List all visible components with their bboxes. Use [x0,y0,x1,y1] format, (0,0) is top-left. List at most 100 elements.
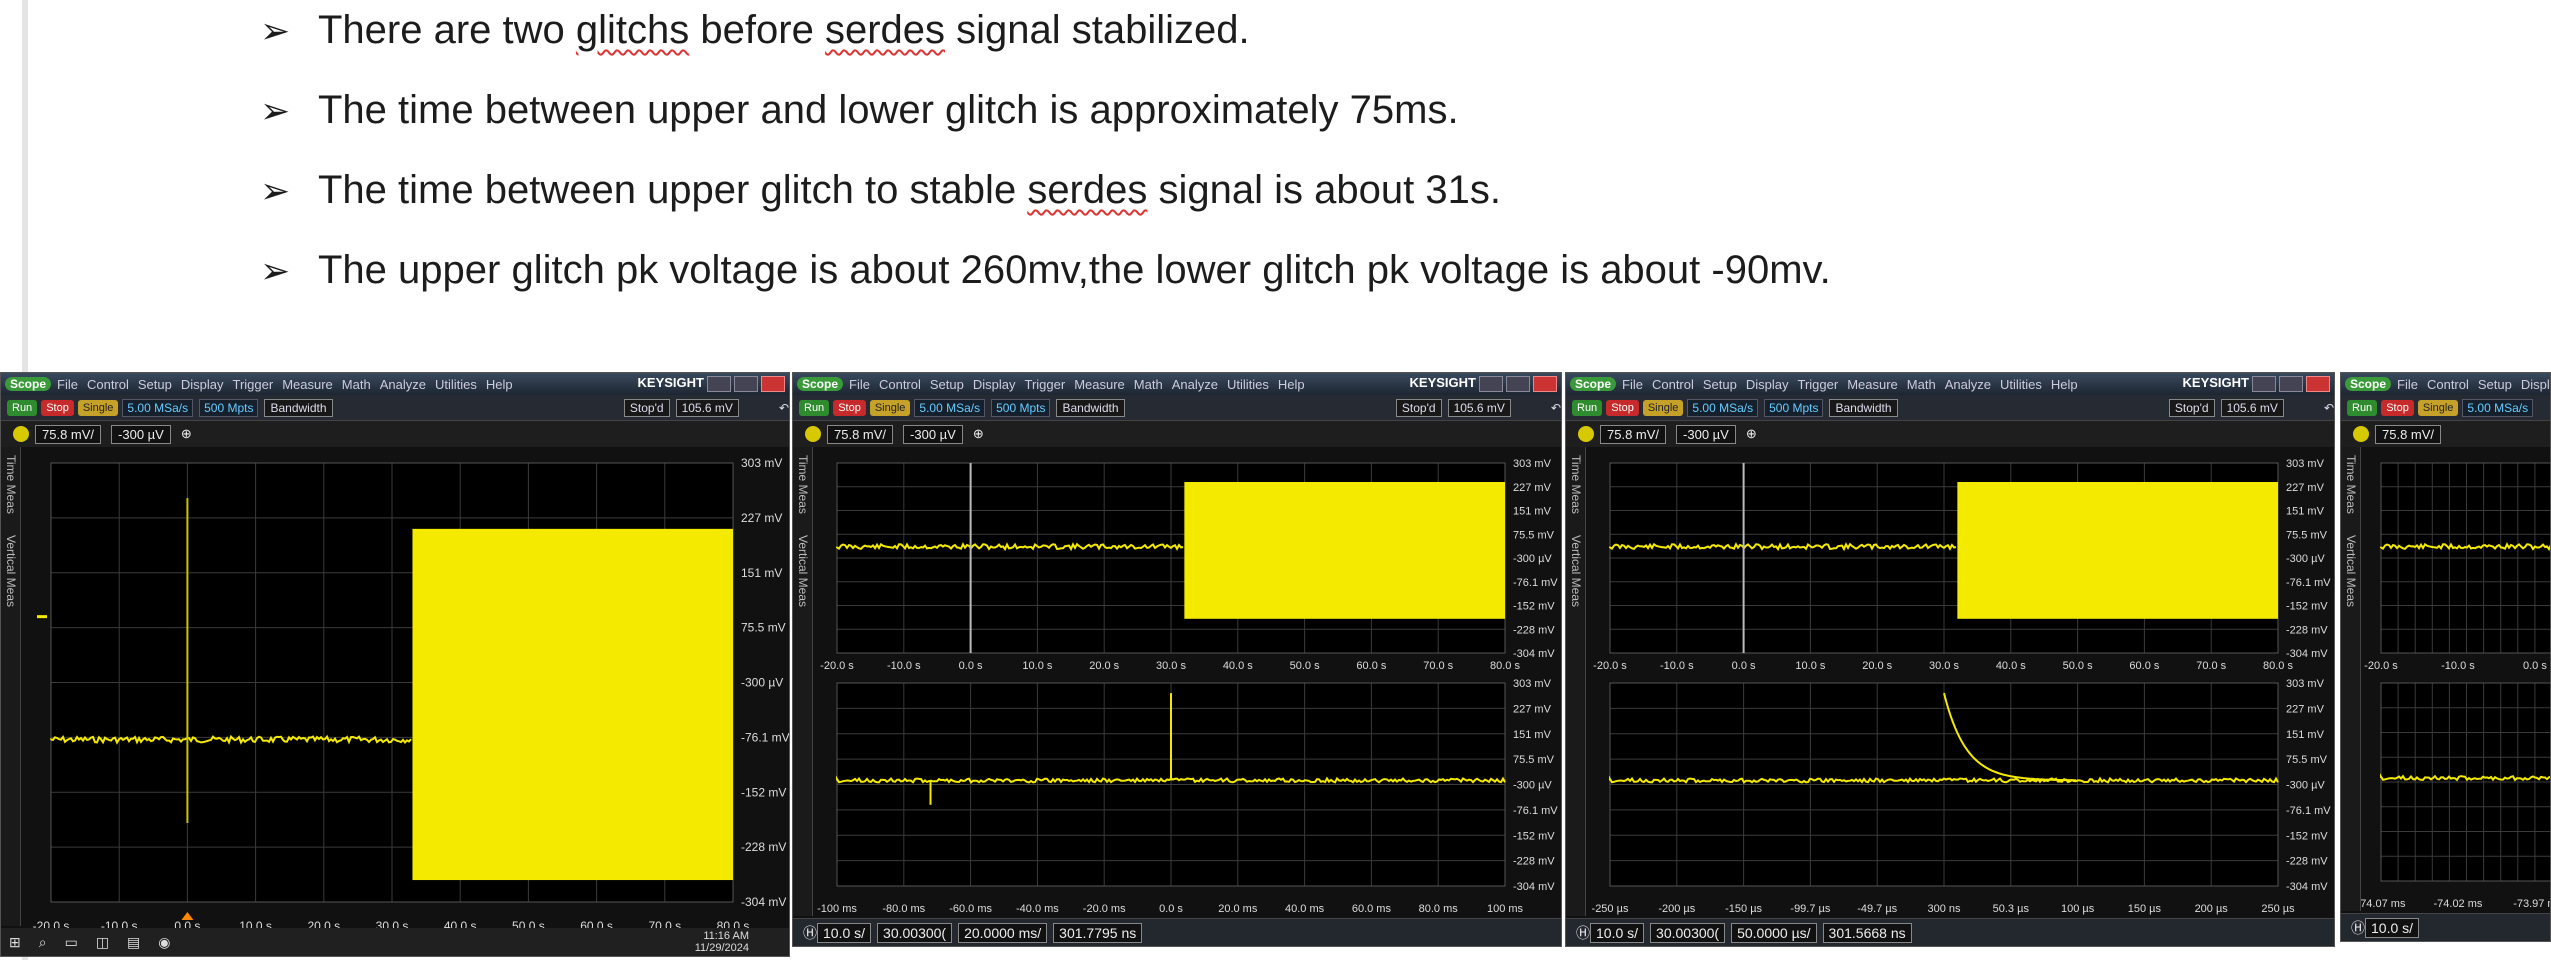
add-icon[interactable]: ⊕ [181,426,192,442]
menu-item-display[interactable]: Display [2521,377,2550,392]
bandwidth-button[interactable]: Bandwidth [264,398,333,417]
menu-item-setup[interactable]: Setup [930,377,964,392]
zoom-scale-field[interactable]: 20.0000 ms/ [958,922,1048,943]
run-button[interactable]: Run [1572,399,1603,416]
channel-1-icon[interactable] [805,426,821,442]
stop-button[interactable]: Stop [2381,399,2414,416]
menu-item-file[interactable]: File [849,377,870,392]
minimize-button[interactable] [1479,375,1503,392]
trigger-level-field[interactable]: 105.6 mV [2220,398,2284,417]
taskbar-icon[interactable]: ▤ [127,934,140,951]
menu-item-setup[interactable]: Setup [138,377,172,392]
maximize-button[interactable] [734,375,758,392]
side-tab-vertical[interactable]: Vertical Meas [796,535,810,607]
waveform-display[interactable]: 303 mV 227 mV 151 mV 75.5 mV -300 µV -76.1 mV… [1,373,790,957]
run-button[interactable]: Run [799,399,830,416]
add-icon[interactable]: ⊕ [973,426,984,442]
menu-item-file[interactable]: File [57,377,78,392]
menu-item-help[interactable]: Help [486,377,513,392]
menu-item-measure[interactable]: Measure [1847,377,1898,392]
horizontal-icon[interactable]: Ⓗ [2351,918,2365,938]
menu-item-measure[interactable]: Measure [1074,377,1125,392]
taskbar-icon[interactable]: ◉ [158,934,170,951]
scope-badge[interactable]: Scope [2345,377,2392,391]
horizontal-scale-field[interactable]: 10.0 s/ [1590,922,1645,943]
menu-item-utilities[interactable]: Utilities [1227,377,1269,392]
waveform-display[interactable]: 303 mV 227 mV 151 mV 75.5 mV -300 µV -76.1 mV… [1566,373,2335,947]
undo-icon[interactable]: ↶ [1551,401,1561,415]
menu-item-analyze[interactable]: Analyze [1945,377,1991,392]
side-tab-time[interactable]: Time Meas [796,455,810,514]
horizontal-icon[interactable]: Ⓗ [803,923,817,943]
vertical-scale-field[interactable]: 75.8 mV/ [1600,424,1667,444]
single-button[interactable]: Single [77,399,119,416]
sample-rate-field[interactable]: 5.00 MSa/s [2462,398,2534,417]
taskbar-icon[interactable]: ⊞ [9,934,21,951]
menu-item-math[interactable]: Math [1134,377,1163,392]
side-tab-time[interactable]: Time Meas [1569,455,1583,514]
trigger-level-field[interactable]: 105.6 mV [675,398,739,417]
single-button[interactable]: Single [869,399,911,416]
menu-item-utilities[interactable]: Utilities [435,377,477,392]
taskbar-icon[interactable]: ⌕ [39,934,47,951]
vertical-offset-field[interactable]: -300 µV [1676,424,1736,444]
menu-item-utilities[interactable]: Utilities [2000,377,2042,392]
menu-item-file[interactable]: File [2397,377,2418,392]
memory-depth-field[interactable]: 500 Mpts [1764,398,1824,417]
menu-item-control[interactable]: Control [87,377,129,392]
memory-depth-field[interactable]: 500 Mpts [991,398,1051,417]
zoom-position-field[interactable]: 301.7795 ns [1053,922,1143,943]
side-tab-vertical[interactable]: Vertical Meas [4,535,18,607]
memory-depth-field[interactable]: 500 Mpts [199,398,259,417]
horizontal-position-field[interactable]: 30.00300( [1650,922,1726,943]
bandwidth-button[interactable]: Bandwidth [1056,398,1125,417]
sample-rate-field[interactable]: 5.00 MSa/s [122,398,194,417]
menu-item-trigger[interactable]: Trigger [1025,377,1066,392]
menu-item-display[interactable]: Display [973,377,1016,392]
horizontal-scale-field[interactable]: 10.0 s/ [817,922,872,943]
run-button[interactable]: Run [2347,399,2378,416]
undo-icon[interactable]: ↶ [779,401,789,415]
menu-item-help[interactable]: Help [1278,377,1305,392]
menu-item-display[interactable]: Display [181,377,224,392]
menu-item-math[interactable]: Math [342,377,371,392]
taskbar-icon[interactable]: ▭ [65,934,78,951]
close-button[interactable] [761,375,785,392]
vertical-offset-field[interactable]: -300 µV [903,424,963,444]
vertical-scale-field[interactable]: 75.8 mV/ [2375,424,2442,444]
horizontal-scale-field[interactable]: 10.0 s/ [2365,917,2420,938]
zoom-position-field[interactable]: 301.5668 ns [1822,922,1912,943]
menu-item-trigger[interactable]: Trigger [233,377,274,392]
menu-item-setup[interactable]: Setup [2478,377,2512,392]
menu-item-help[interactable]: Help [2051,377,2078,392]
channel-1-icon[interactable] [1578,426,1594,442]
run-button[interactable]: Run [7,399,38,416]
vertical-scale-field[interactable]: 75.8 mV/ [35,424,102,444]
channel-1-icon[interactable] [13,426,29,442]
vertical-offset-field[interactable]: -300 µV [111,424,171,444]
zoom-scale-field[interactable]: 50.0000 µs/ [1731,922,1817,943]
menu-item-measure[interactable]: Measure [282,377,333,392]
channel-1-icon[interactable] [2353,426,2369,442]
single-button[interactable]: Single [2417,399,2459,416]
maximize-button[interactable] [2279,375,2303,392]
menu-item-trigger[interactable]: Trigger [1798,377,1839,392]
menu-item-control[interactable]: Control [879,377,921,392]
menu-item-display[interactable]: Display [1746,377,1789,392]
stop-button[interactable]: Stop [41,399,74,416]
menu-item-control[interactable]: Control [2427,377,2469,392]
add-icon[interactable]: ⊕ [1746,426,1757,442]
side-tab-vertical[interactable]: Vertical Meas [2344,535,2358,607]
sample-rate-field[interactable]: 5.00 MSa/s [1687,398,1759,417]
waveform-display[interactable]: 303 mV 227 mV 151 mV 75.5 mV -300 µV -76.1 mV… [793,373,1562,947]
taskbar-icon[interactable]: ◫ [96,934,109,951]
close-button[interactable] [2306,375,2330,392]
menu-item-analyze[interactable]: Analyze [380,377,426,392]
side-tab-time[interactable]: Time Meas [2344,455,2358,514]
menu-item-control[interactable]: Control [1652,377,1694,392]
trigger-level-field[interactable]: 105.6 mV [1447,398,1511,417]
waveform-display[interactable]: -20.0 s -10.0 s 0.0 s -74.07 ms -74.02 ms -73… [2341,373,2551,942]
stop-button[interactable]: Stop [833,399,866,416]
scope-badge[interactable]: Scope [797,377,844,391]
vertical-scale-field[interactable]: 75.8 mV/ [827,424,894,444]
